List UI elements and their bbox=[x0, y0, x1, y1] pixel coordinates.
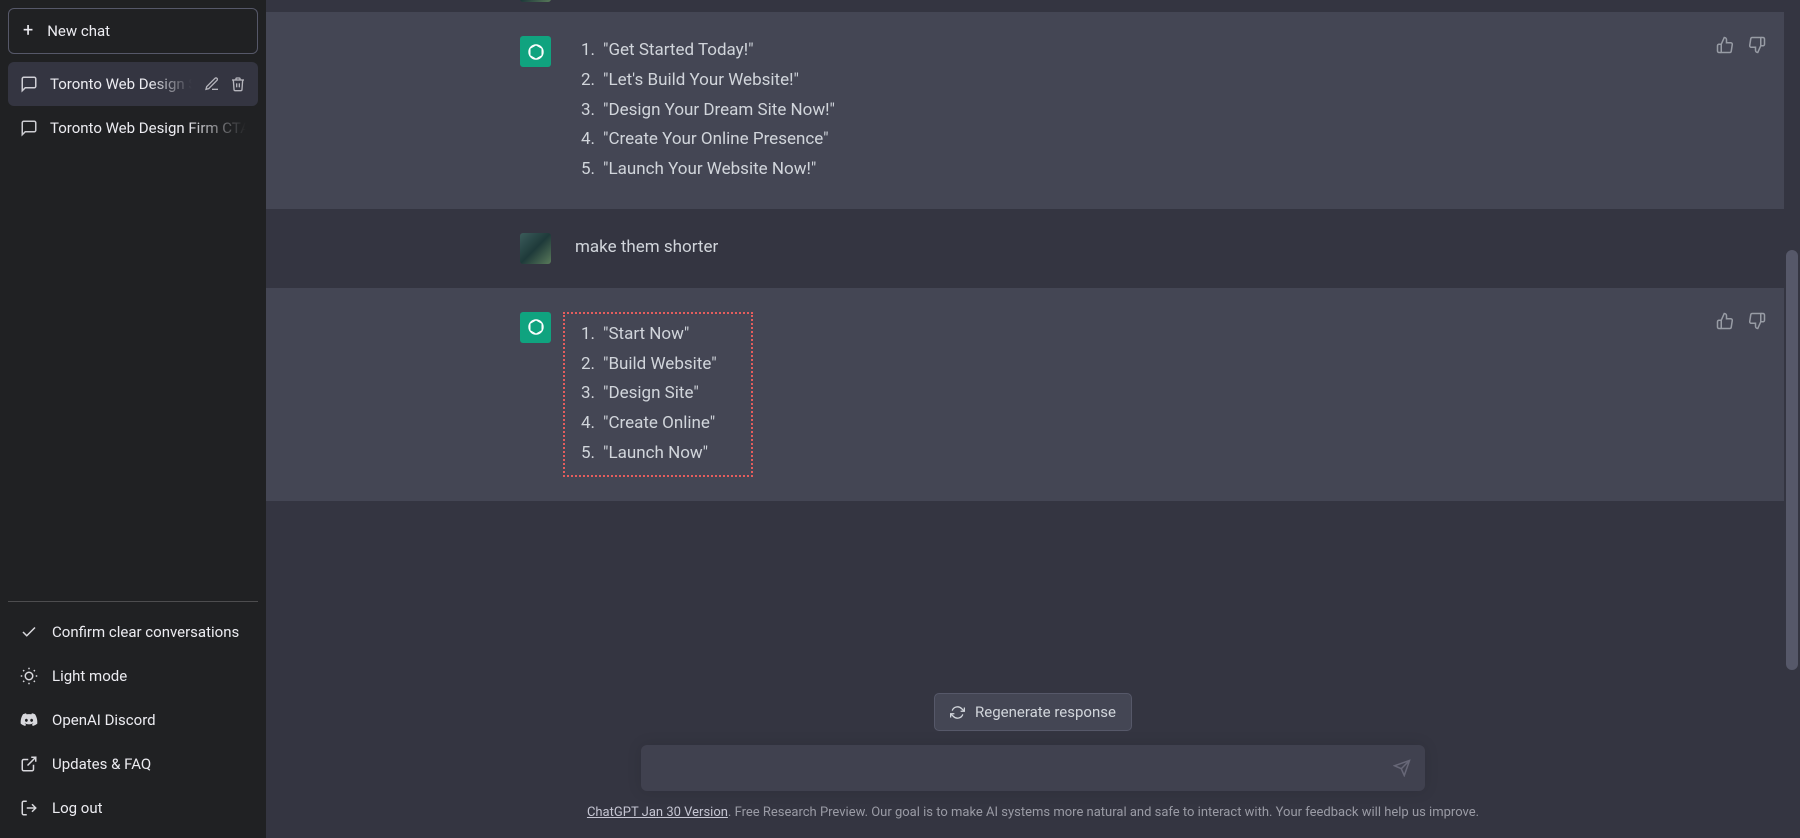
list-item: "Design Site" bbox=[603, 379, 699, 409]
list-item: "Design Your Dream Site Now!" bbox=[603, 96, 835, 126]
discord-icon bbox=[20, 711, 38, 729]
chat-item[interactable]: Toronto Web Design Sl bbox=[8, 62, 258, 106]
light-mode-label: Light mode bbox=[52, 667, 127, 685]
list-item: "Start Now" bbox=[603, 320, 689, 350]
list-item: "Create Your Online Presence" bbox=[603, 125, 829, 155]
chat-title: Toronto Web Design Sl bbox=[50, 75, 192, 93]
disclaimer-rest: . Free Research Preview. Our goal is to … bbox=[728, 805, 1479, 820]
assistant-avatar bbox=[520, 312, 551, 343]
discord-label: OpenAI Discord bbox=[52, 711, 156, 729]
thumbs-down-icon[interactable] bbox=[1748, 36, 1766, 54]
send-icon[interactable] bbox=[1393, 759, 1411, 777]
edit-icon[interactable] bbox=[204, 76, 220, 92]
regenerate-label: Regenerate response bbox=[975, 703, 1116, 721]
new-chat-label: New chat bbox=[47, 22, 110, 40]
sidebar: + New chat Toronto Web Design Sl Toronto… bbox=[0, 0, 266, 838]
thumbs-up-icon[interactable] bbox=[1716, 312, 1734, 330]
chat-list: Toronto Web Design Sl Toronto Web Design… bbox=[8, 62, 258, 150]
message-content: 1."Start Now" 2."Build Website" 3."Desig… bbox=[575, 312, 1320, 477]
bottom-controls: Regenerate response ChatGPT Jan 30 Versi… bbox=[266, 693, 1800, 838]
logout-icon bbox=[20, 799, 38, 817]
regenerate-response-button[interactable]: Regenerate response bbox=[934, 693, 1132, 731]
chat-item[interactable]: Toronto Web Design Firm CTA bbox=[8, 106, 258, 150]
confirm-clear-conversations[interactable]: Confirm clear conversations bbox=[8, 610, 258, 654]
user-avatar bbox=[520, 233, 551, 264]
updates-faq-label: Updates & FAQ bbox=[52, 755, 151, 773]
message-row-assistant: 1."Start Now" 2."Build Website" 3."Desig… bbox=[266, 288, 1800, 501]
logout-label: Log out bbox=[52, 799, 103, 817]
refresh-icon bbox=[950, 705, 965, 720]
sidebar-divider bbox=[8, 601, 258, 602]
sun-icon bbox=[20, 667, 38, 685]
discord-link[interactable]: OpenAI Discord bbox=[8, 698, 258, 742]
plus-icon: + bbox=[23, 22, 33, 40]
highlight-annotation: 1."Start Now" 2."Build Website" 3."Desig… bbox=[563, 312, 753, 477]
new-chat-button[interactable]: + New chat bbox=[8, 8, 258, 54]
confirm-clear-label: Confirm clear conversations bbox=[52, 623, 239, 641]
message-content: make them shorter bbox=[575, 233, 1320, 264]
light-mode-button[interactable]: Light mode bbox=[8, 654, 258, 698]
chat-scroll[interactable]: 1."Get Started Today!" 2."Let's Build Yo… bbox=[266, 0, 1800, 693]
message-input[interactable] bbox=[657, 759, 1375, 777]
disclaimer-text: ChatGPT Jan 30 Version. Free Research Pr… bbox=[587, 805, 1479, 820]
updates-faq-link[interactable]: Updates & FAQ bbox=[8, 742, 258, 786]
trash-icon[interactable] bbox=[230, 76, 246, 92]
scrollbar-thumb[interactable] bbox=[1786, 250, 1798, 670]
message-row-user-peek bbox=[266, 0, 1800, 12]
chat-bubble-icon bbox=[20, 75, 38, 93]
numbered-list: 1."Get Started Today!" 2."Let's Build Yo… bbox=[575, 36, 1320, 185]
chat-title: Toronto Web Design Firm CTA bbox=[50, 119, 246, 137]
logout-button[interactable]: Log out bbox=[8, 786, 258, 830]
list-item: "Launch Your Website Now!" bbox=[603, 155, 816, 185]
main-area: 1."Get Started Today!" 2."Let's Build Yo… bbox=[266, 0, 1800, 838]
check-icon bbox=[20, 623, 38, 641]
message-content: 1."Get Started Today!" 2."Let's Build Yo… bbox=[575, 36, 1320, 185]
chat-bubble-icon bbox=[20, 119, 38, 137]
list-item: "Build Website" bbox=[603, 350, 717, 380]
list-item: "Get Started Today!" bbox=[603, 36, 754, 66]
external-link-icon bbox=[20, 755, 38, 773]
thumbs-down-icon[interactable] bbox=[1748, 312, 1766, 330]
list-item: "Let's Build Your Website!" bbox=[603, 66, 799, 96]
user-avatar bbox=[520, 0, 551, 2]
message-row-assistant: 1."Get Started Today!" 2."Let's Build Yo… bbox=[266, 12, 1800, 209]
version-link[interactable]: ChatGPT Jan 30 Version bbox=[587, 805, 728, 820]
scrollbar-track[interactable] bbox=[1784, 0, 1800, 838]
message-row-user: make them shorter bbox=[266, 209, 1800, 288]
thumbs-up-icon[interactable] bbox=[1716, 36, 1734, 54]
list-item: "Launch Now" bbox=[603, 439, 708, 469]
list-item: "Create Online" bbox=[603, 409, 715, 439]
message-input-container[interactable] bbox=[641, 745, 1425, 791]
numbered-list: 1."Start Now" 2."Build Website" 3."Desig… bbox=[575, 320, 717, 469]
assistant-avatar bbox=[520, 36, 551, 67]
